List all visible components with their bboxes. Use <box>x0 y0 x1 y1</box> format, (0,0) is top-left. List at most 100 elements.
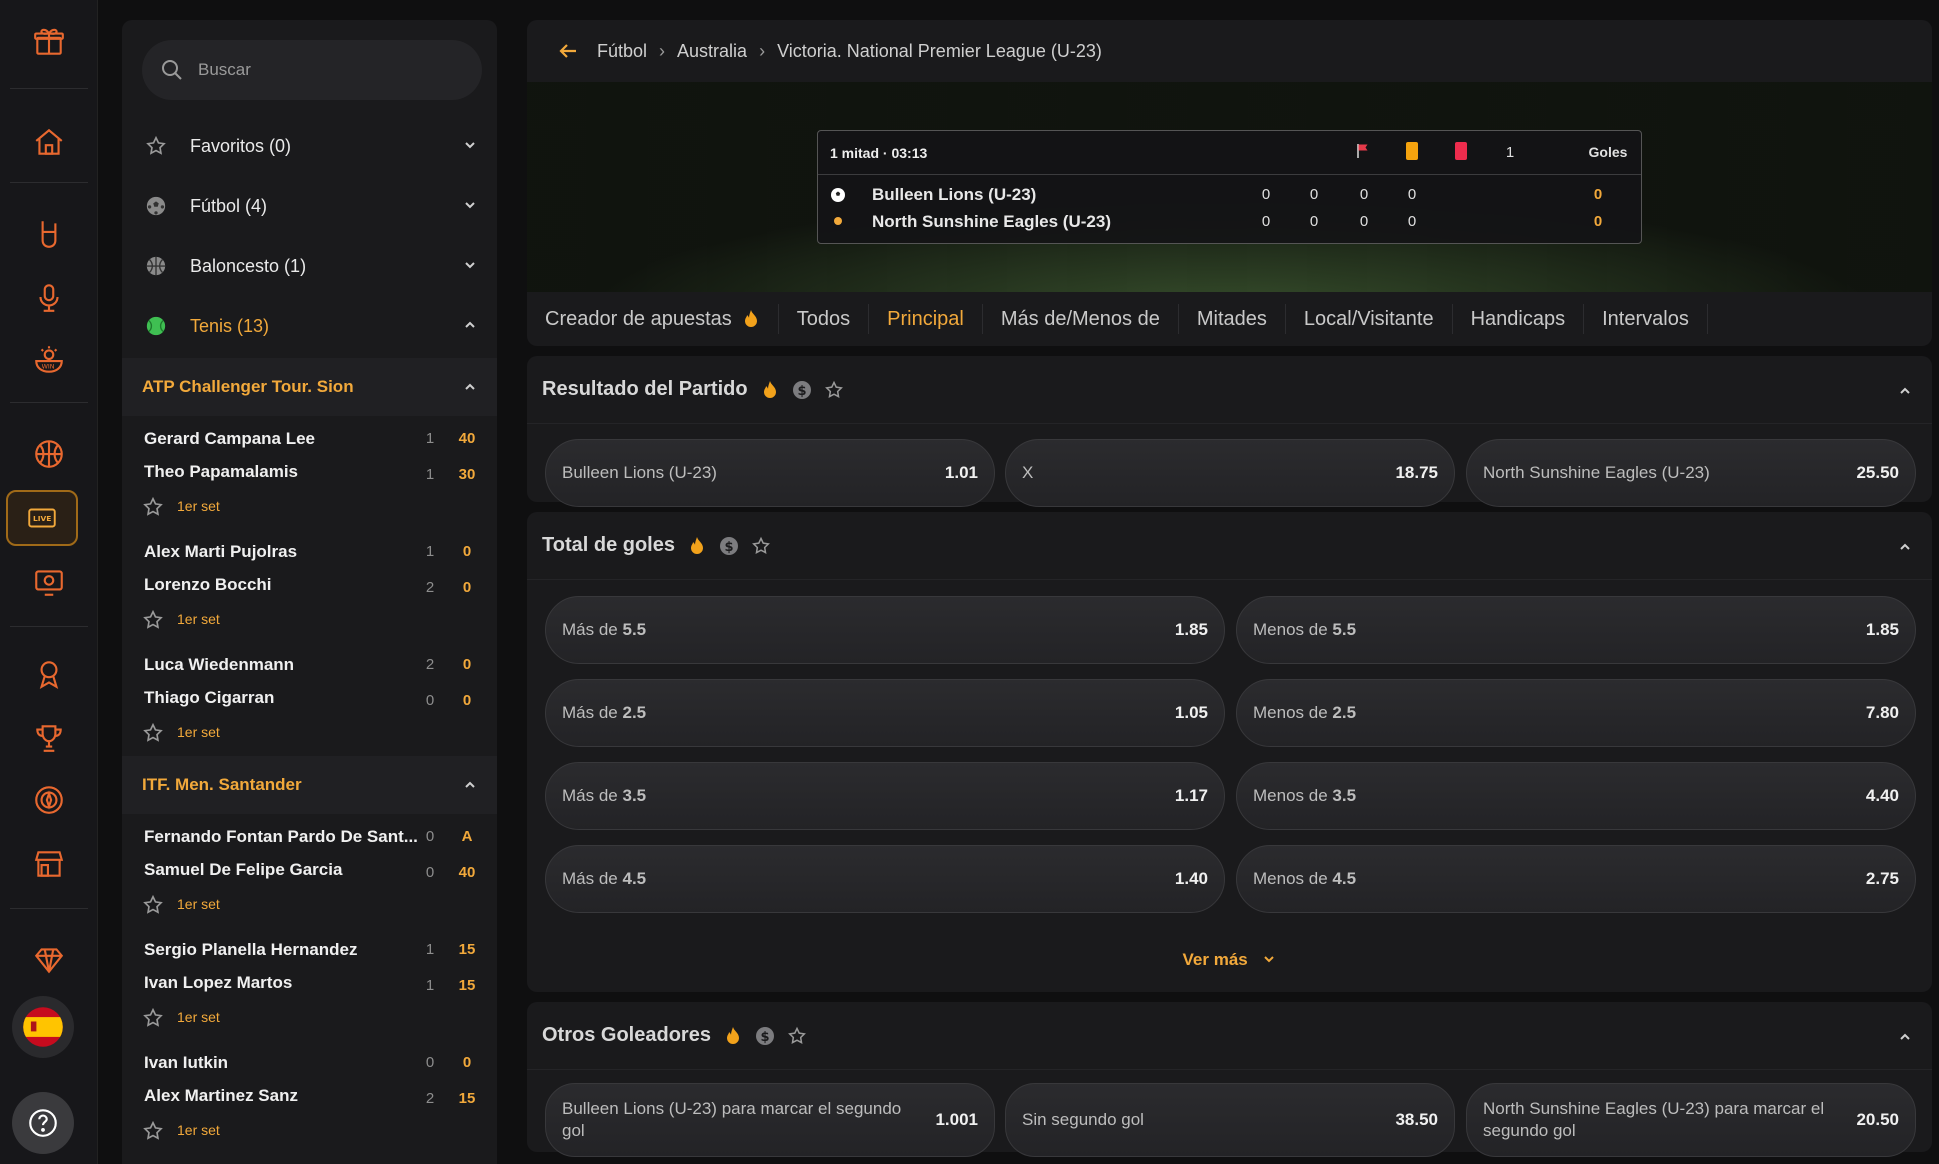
star-icon[interactable] <box>142 1120 164 1142</box>
tab-label: Creador de apuestas <box>545 307 732 330</box>
away-yellow: 0 <box>1309 213 1319 230</box>
search-box[interactable] <box>142 40 482 100</box>
star-icon[interactable] <box>824 380 844 400</box>
match-period: 1er set <box>177 498 220 514</box>
market-other-scorers: Otros Goleadores $ Bulleen Lions (U-23) … <box>527 1002 1932 1157</box>
tab-bet-builder[interactable]: Creador de apuestas <box>545 304 779 334</box>
tab-handicaps[interactable]: Handicaps <box>1453 304 1585 334</box>
gift-icon[interactable] <box>13 18 85 66</box>
left-rail: WIN LIVE <box>0 0 98 1164</box>
chevron-up-icon[interactable] <box>1898 384 1912 398</box>
odd-button[interactable]: Menos de 4.5 2.75 <box>1236 845 1916 913</box>
cashout-icon[interactable]: $ <box>719 536 739 556</box>
see-more-button[interactable]: Ver más <box>527 950 1932 970</box>
odd-button[interactable]: Más de 4.5 1.40 <box>545 845 1225 913</box>
star-icon[interactable] <box>142 722 164 744</box>
breadcrumb-league[interactable]: Victoria. National Premier League (U-23) <box>777 41 1102 62</box>
chevron-up-icon[interactable] <box>1898 540 1912 554</box>
league-header[interactable]: ITF. Men. Santander <box>122 756 497 814</box>
breadcrumb-country[interactable]: Australia <box>677 41 747 62</box>
game-points: 0 <box>462 656 472 673</box>
odd-button[interactable]: Más de 3.5 1.17 <box>545 762 1225 830</box>
live-icon[interactable]: LIVE <box>6 490 78 546</box>
odd-label: North Sunshine Eagles (U-23) <box>1483 463 1710 482</box>
chevron-up-icon[interactable] <box>463 318 477 332</box>
back-arrow-icon[interactable] <box>557 40 579 62</box>
tab-main[interactable]: Principal <box>869 304 983 334</box>
market-header[interactable]: Total de goles $ <box>527 512 1932 580</box>
tab-all[interactable]: Todos <box>779 304 870 334</box>
tab-intervals[interactable]: Intervalos <box>1584 304 1708 334</box>
search-icon <box>162 60 182 80</box>
compass-icon[interactable] <box>13 776 85 824</box>
category-football[interactable]: Fútbol (4) <box>122 176 497 236</box>
odd-button[interactable]: Menos de 5.5 1.85 <box>1236 596 1916 664</box>
market-header[interactable]: Resultado del Partido $ <box>527 356 1932 424</box>
shop-icon[interactable] <box>13 840 85 888</box>
chevron-up-icon[interactable] <box>1898 1030 1912 1044</box>
odd-button[interactable]: X 18.75 <box>1005 439 1455 507</box>
home-icon[interactable] <box>13 118 85 166</box>
odd-button[interactable]: North Sunshine Eagles (U-23) para marcar… <box>1466 1083 1916 1157</box>
diamond-icon[interactable] <box>13 936 85 984</box>
match-item[interactable]: Ivan Iutkin 0 0 Alex Martinez Sanz 2 15 … <box>122 1042 497 1154</box>
odd-button[interactable]: Menos de 3.5 4.40 <box>1236 762 1916 830</box>
match-period: 1er set <box>177 724 220 740</box>
star-icon[interactable] <box>787 1026 807 1046</box>
game-points: A <box>461 828 473 845</box>
basketball-icon[interactable] <box>13 430 85 478</box>
odd-button[interactable]: Bulleen Lions (U-23) 1.01 <box>545 439 995 507</box>
match-item[interactable]: Gerard Campana Lee 1 40 Theo Papamalamis… <box>122 418 497 530</box>
odd-value: 25.50 <box>1856 463 1899 482</box>
trophy-icon[interactable] <box>13 714 85 762</box>
rock-hand-icon[interactable] <box>13 210 85 258</box>
odd-button[interactable]: Más de 5.5 1.85 <box>545 596 1225 664</box>
help-icon[interactable] <box>12 1092 74 1154</box>
market-header[interactable]: Otros Goleadores $ <box>527 1002 1932 1070</box>
breadcrumb-sport[interactable]: Fútbol <box>597 41 647 62</box>
star-icon[interactable] <box>142 609 164 631</box>
tab-halves[interactable]: Mitades <box>1179 304 1286 334</box>
microphone-icon[interactable] <box>13 274 85 322</box>
language-flag-icon[interactable] <box>12 996 74 1058</box>
game-points: 0 <box>462 692 472 709</box>
category-tennis[interactable]: Tenis (13) <box>122 296 497 356</box>
match-item[interactable]: Alex Marti Pujolras 1 0 Lorenzo Bocchi 2… <box>122 531 497 643</box>
odd-button[interactable]: Bulleen Lions (U-23) para marcar el segu… <box>545 1083 995 1157</box>
tv-ball-icon[interactable] <box>13 558 85 606</box>
chevron-down-icon[interactable] <box>463 138 477 152</box>
sports-sidebar: Favoritos (0) Fútbol (4) Baloncesto (1) … <box>122 20 497 1164</box>
chevron-up-icon[interactable] <box>463 380 477 394</box>
tab-home-away[interactable]: Local/Visitante <box>1286 304 1453 334</box>
win-bowl-icon[interactable]: WIN <box>13 336 85 384</box>
odd-button[interactable]: Menos de 2.5 7.80 <box>1236 679 1916 747</box>
odd-button[interactable]: Más de 2.5 1.05 <box>545 679 1225 747</box>
match-item[interactable]: Luca Wiedenmann 2 0 Thiago Cigarran 0 0 … <box>122 644 497 756</box>
star-icon[interactable] <box>142 1007 164 1029</box>
match-item[interactable]: Fernando Fontan Pardo De Sant... 0 A Sam… <box>122 816 497 928</box>
league-header[interactable]: ATP Challenger Tour. Sion <box>122 358 497 416</box>
chevron-down-icon[interactable] <box>463 258 477 272</box>
star-icon[interactable] <box>142 894 164 916</box>
cashout-icon[interactable]: $ <box>755 1026 775 1046</box>
market-title: Total de goles <box>542 534 675 556</box>
chevron-up-icon[interactable] <box>463 778 477 792</box>
set-score: 0 <box>425 864 435 881</box>
penalty-header: 1 <box>1505 144 1515 161</box>
star-icon[interactable] <box>751 536 771 556</box>
odd-label: Menos de 5.5 <box>1253 620 1357 639</box>
svg-text:$: $ <box>724 540 733 555</box>
category-basketball[interactable]: Baloncesto (1) <box>122 236 497 296</box>
chevron-down-icon[interactable] <box>463 198 477 212</box>
odd-button[interactable]: North Sunshine Eagles (U-23) 25.50 <box>1466 439 1916 507</box>
category-label: Tenis (13) <box>190 315 270 336</box>
tab-over-under[interactable]: Más de/Menos de <box>983 304 1179 334</box>
search-input[interactable] <box>198 60 458 80</box>
odd-button[interactable]: Sin segundo gol 38.50 <box>1005 1083 1455 1157</box>
cashout-icon[interactable]: $ <box>792 380 812 400</box>
star-icon[interactable] <box>142 496 164 518</box>
player-name: Sergio Planella Hernandez <box>144 940 358 959</box>
category-favorites[interactable]: Favoritos (0) <box>122 116 497 176</box>
medal-icon[interactable] <box>13 650 85 698</box>
match-item[interactable]: Sergio Planella Hernandez 1 15 Ivan Lope… <box>122 929 497 1041</box>
